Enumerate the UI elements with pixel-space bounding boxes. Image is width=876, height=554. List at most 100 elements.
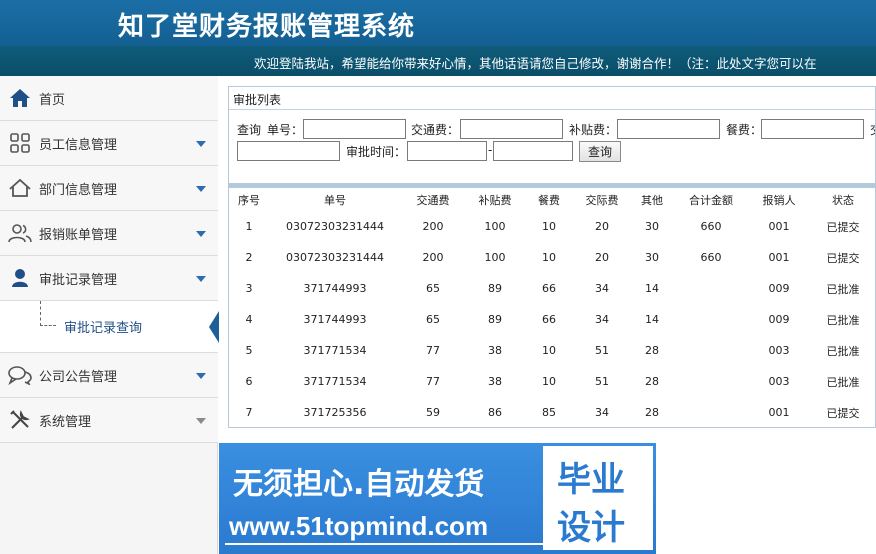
table-cell: 34 bbox=[595, 313, 609, 326]
table-cell bbox=[673, 397, 749, 427]
table-cell: 89 bbox=[465, 273, 525, 304]
sidebar-item-employee[interactable]: 员工信息管理 bbox=[0, 121, 218, 166]
table-cell: 34 bbox=[573, 397, 631, 427]
table-cell: 371744993 bbox=[269, 273, 401, 304]
table-cell: 65 bbox=[401, 273, 465, 304]
banner-slogan: 无须担心.自动发货 bbox=[233, 467, 485, 502]
notice-text: 欢迎登陆我站，希望能给你带来好心情，其他话语请您自己修改，谢谢合作！（注：此处文… bbox=[254, 56, 817, 71]
column-header: 状态 bbox=[809, 188, 875, 211]
query-label: 查询 bbox=[237, 123, 262, 137]
table-cell bbox=[673, 366, 749, 397]
chevron-down-icon bbox=[196, 141, 206, 147]
bill-no-input[interactable] bbox=[303, 119, 406, 139]
table-cell: 28 bbox=[631, 335, 673, 366]
sidebar-item-system[interactable]: 系统管理 bbox=[0, 398, 218, 443]
table-row[interactable]: 4 371744993 65 89 66 34 14 009 已批准 bbox=[229, 304, 875, 335]
grid-icon bbox=[8, 131, 32, 155]
table-cell: 86 bbox=[465, 397, 525, 427]
banner-badge: 毕业 设计 bbox=[543, 446, 653, 550]
table-row[interactable]: 7 371725356 59 86 85 34 28 001 已提交 bbox=[229, 397, 875, 427]
table-cell: 10 bbox=[525, 335, 573, 366]
social-input[interactable] bbox=[237, 141, 340, 161]
sidebar-item-department[interactable]: 部门信息管理 bbox=[0, 166, 218, 211]
table-cell: 371771534 bbox=[269, 335, 401, 366]
tools-icon bbox=[8, 408, 32, 432]
table-cell: 003 bbox=[768, 375, 790, 388]
meal-label: 餐费： bbox=[726, 123, 763, 137]
table-cell: 51 bbox=[595, 375, 609, 388]
active-pointer-icon bbox=[209, 311, 219, 343]
traffic-label: 交通费： bbox=[411, 123, 460, 137]
approve-time-end-input[interactable] bbox=[493, 141, 573, 161]
app-header: 知了堂财务报账管理系统 bbox=[0, 0, 876, 46]
sidebar-item-label: 部门信息管理 bbox=[39, 182, 118, 198]
chat-icon bbox=[8, 363, 32, 387]
sidebar-item-label: 系统管理 bbox=[39, 414, 92, 430]
notice-bar: 欢迎登陆我站，希望能给你带来好心情，其他话语请您自己修改，谢谢合作！（注：此处文… bbox=[0, 46, 876, 76]
table-cell: 009 bbox=[749, 273, 809, 304]
table-cell: 66 bbox=[542, 313, 556, 326]
table-cell: 66 bbox=[525, 273, 573, 304]
column-header: 序号 bbox=[229, 188, 269, 211]
meal-input[interactable] bbox=[761, 119, 864, 139]
table-row[interactable]: 6 371771534 77 38 10 51 28 003 已批准 bbox=[229, 366, 875, 397]
sidebar-item-expense[interactable]: 报销账单管理 bbox=[0, 211, 218, 256]
table-cell: 001 bbox=[749, 211, 809, 242]
app-title: 知了堂财务报账管理系统 bbox=[118, 12, 416, 42]
subsidy-input[interactable] bbox=[617, 119, 720, 139]
search-button[interactable]: 查询 bbox=[579, 141, 621, 162]
traffic-input[interactable] bbox=[460, 119, 563, 139]
table-cell: 4 bbox=[245, 313, 253, 326]
sidebar-item-label: 审批记录管理 bbox=[39, 272, 118, 288]
column-header: 交通费 bbox=[401, 188, 465, 211]
column-header: 餐费 bbox=[525, 188, 573, 211]
table-cell: 38 bbox=[488, 375, 502, 388]
table-cell: 65 bbox=[426, 313, 440, 326]
table-cell: 59 bbox=[401, 397, 465, 427]
sidebar-item-label: 公司公告管理 bbox=[39, 369, 118, 385]
subsidy-label: 补贴费： bbox=[569, 123, 618, 137]
table-row[interactable]: 2 03072303231444 200 100 10 20 30 660 00… bbox=[229, 242, 875, 273]
table-row[interactable]: 1 03072303231444 200 100 10 20 30 660 00… bbox=[229, 211, 875, 242]
column-header: 报销人 bbox=[749, 188, 809, 211]
range-separator: - bbox=[488, 143, 493, 157]
table-cell: 已批准 bbox=[826, 375, 860, 389]
table-cell: 38 bbox=[465, 335, 525, 366]
badge-text-top: 毕业 bbox=[557, 460, 625, 500]
table-cell: 10 bbox=[542, 251, 556, 264]
table-cell: 已批准 bbox=[809, 335, 875, 366]
table-cell: 001 bbox=[768, 251, 790, 264]
panel-title: 审批列表 bbox=[233, 93, 282, 107]
sidebar-item-home[interactable]: 首页 bbox=[0, 76, 218, 121]
sidebar-subitem-approval-query[interactable]: 审批记录查询 bbox=[0, 301, 219, 353]
tree-line bbox=[40, 301, 41, 326]
table-row[interactable]: 3 371744993 65 89 66 34 14 009 已批准 bbox=[229, 273, 875, 304]
table-cell: 7 bbox=[229, 397, 269, 427]
social-label: 交 bbox=[870, 121, 875, 138]
home-icon bbox=[8, 86, 32, 110]
table-cell: 200 bbox=[422, 251, 444, 264]
table-cell: 009 bbox=[768, 313, 790, 326]
sidebar-item-notice[interactable]: 公司公告管理 bbox=[0, 353, 218, 398]
table-cell: 51 bbox=[573, 335, 631, 366]
table-row[interactable]: 5 371771534 77 38 10 51 28 003 已批准 bbox=[229, 335, 875, 366]
chevron-down-icon bbox=[196, 418, 206, 424]
table-cell: 3 bbox=[229, 273, 269, 304]
table-cell: 20 bbox=[573, 211, 631, 242]
table-cell: 001 bbox=[749, 397, 809, 427]
divider bbox=[229, 109, 875, 110]
approval-list-panel: 审批列表 查询 单号： 交通费： 补贴费： 餐费： 交 审批时间： - 查询 序… bbox=[228, 86, 876, 428]
table-header-row: 序号 单号 交通费 补贴费 餐费 交际费 其他 合计金额 报销人 状态 bbox=[229, 188, 875, 211]
approve-time-label: 审批时间： bbox=[346, 145, 407, 159]
table-cell: 已批准 bbox=[826, 313, 860, 327]
column-header: 交际费 bbox=[573, 188, 631, 211]
table-cell: 89 bbox=[488, 313, 502, 326]
chevron-down-icon bbox=[196, 276, 206, 282]
house-icon bbox=[8, 176, 32, 200]
chevron-down-icon bbox=[196, 373, 206, 379]
table-cell bbox=[673, 304, 749, 335]
table-cell: 77 bbox=[401, 335, 465, 366]
table-cell: 已提交 bbox=[809, 211, 875, 242]
sidebar-item-approval[interactable]: 审批记录管理 bbox=[0, 256, 218, 301]
approve-time-start-input[interactable] bbox=[407, 141, 487, 161]
